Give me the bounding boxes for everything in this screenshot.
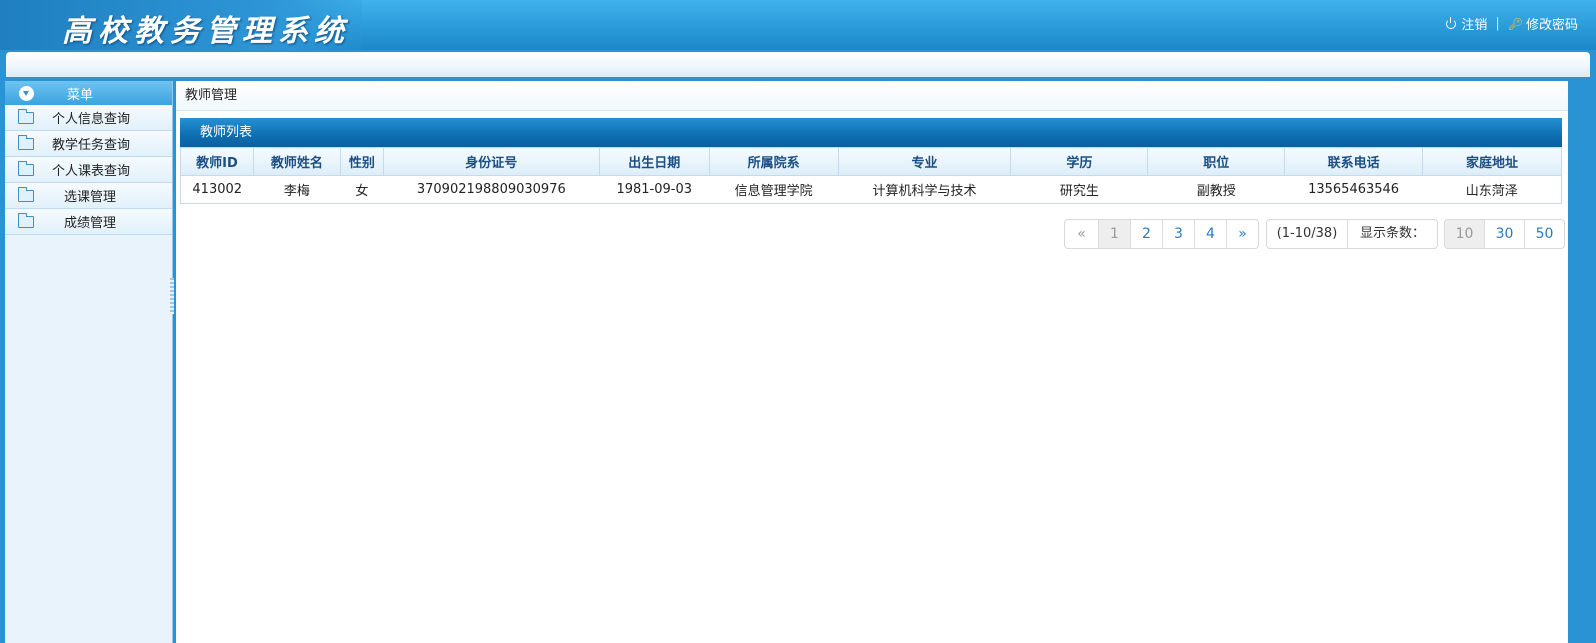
breadcrumb: 教师管理 xyxy=(176,81,1568,111)
sidebar-item-grades[interactable]: 成绩管理 xyxy=(5,209,172,235)
table-cell: 研究生 xyxy=(1010,175,1148,204)
change-password-label: 修改密码 xyxy=(1525,18,1578,33)
column-header[interactable]: 职位 xyxy=(1147,147,1286,176)
change-password-link[interactable]: 🔑︎ 修改密码 xyxy=(1507,14,1578,34)
page-nav: « 1 2 3 4 » xyxy=(1064,219,1259,249)
sidebar-item-label: 成绩管理 xyxy=(64,216,117,231)
menu-header[interactable]: 菜单 xyxy=(5,81,172,105)
folder-icon xyxy=(18,134,34,150)
table-cell: 13565463546 xyxy=(1284,175,1423,204)
table-cell: 计算机科学与技术 xyxy=(838,175,1011,204)
table-cell: 李梅 xyxy=(253,175,341,204)
page-size-label: 显示条数： xyxy=(1347,220,1437,248)
table-row[interactable]: 413002 李梅 女 370902198809030976 1981-09-0… xyxy=(180,175,1562,204)
sidebar: 菜单 个人信息查询 教学任务查询 个人课表查询 选课管理 成绩管理 xyxy=(5,81,173,643)
page-button-4[interactable]: 4 xyxy=(1194,220,1226,248)
page-size-selector: 10 30 50 xyxy=(1444,219,1565,249)
page-button-3[interactable]: 3 xyxy=(1162,220,1194,248)
sidebar-item-label: 教学任务查询 xyxy=(52,138,131,153)
column-header[interactable]: 联系电话 xyxy=(1284,147,1424,176)
folder-icon xyxy=(18,212,34,228)
column-header[interactable]: 教师姓名 xyxy=(252,147,341,176)
next-page-button[interactable]: » xyxy=(1226,220,1258,248)
column-header[interactable]: 所属院系 xyxy=(708,147,839,176)
table-cell: 副教授 xyxy=(1147,175,1285,204)
column-header[interactable]: 学历 xyxy=(1010,147,1149,176)
app-title: 高校教务管理系统 xyxy=(62,14,350,49)
content-panel: 教师管理 教师列表 教师ID 教师姓名 性别 身份证号 出生日期 所属院系 专业… xyxy=(176,81,1568,643)
key-icon: 🔑︎ xyxy=(1507,16,1523,31)
sidebar-item-label: 个人信息查询 xyxy=(52,112,131,127)
table-cell: 女 xyxy=(340,175,384,204)
list-title: 教师列表 xyxy=(180,118,1562,147)
sidebar-item-timetable[interactable]: 个人课表查询 xyxy=(5,157,172,183)
sidebar-item-label: 选课管理 xyxy=(64,190,117,205)
column-header[interactable]: 教师ID xyxy=(180,147,254,176)
sidebar-item-personal-info[interactable]: 个人信息查询 xyxy=(5,105,172,131)
page-button-2[interactable]: 2 xyxy=(1130,220,1162,248)
table-cell: 370902198809030976 xyxy=(383,175,600,204)
page-size-10-button[interactable]: 10 xyxy=(1445,220,1484,248)
sidebar-item-teaching-tasks[interactable]: 教学任务查询 xyxy=(5,131,172,157)
sidebar-item-course-selection[interactable]: 选课管理 xyxy=(5,183,172,209)
column-header[interactable]: 性别 xyxy=(339,147,384,176)
header-separator: | xyxy=(1495,16,1500,31)
logout-label: 注销 xyxy=(1461,18,1488,33)
collapse-icon xyxy=(19,85,34,101)
sidebar-item-label: 个人课表查询 xyxy=(52,164,131,179)
folder-icon xyxy=(18,108,34,124)
prev-page-button[interactable]: « xyxy=(1065,220,1098,248)
column-header[interactable]: 出生日期 xyxy=(598,147,710,176)
page-size-50-button[interactable]: 50 xyxy=(1524,220,1564,248)
menu-title: 菜单 xyxy=(67,87,94,103)
page-button-1[interactable]: 1 xyxy=(1098,220,1130,248)
folder-icon xyxy=(18,186,34,202)
logout-link[interactable]: 注销 xyxy=(1446,14,1487,33)
power-icon xyxy=(1446,16,1457,29)
column-header[interactable]: 身份证号 xyxy=(382,147,600,176)
table-header-row: 教师ID 教师姓名 性别 身份证号 出生日期 所属院系 专业 学历 职位 联系电… xyxy=(180,147,1562,176)
table-cell: 413002 xyxy=(180,175,254,204)
page-size-30-button[interactable]: 30 xyxy=(1484,220,1524,248)
column-header[interactable]: 专业 xyxy=(837,147,1012,176)
teacher-table: 教师ID 教师姓名 性别 身份证号 出生日期 所属院系 专业 学历 职位 联系电… xyxy=(180,147,1562,204)
column-header[interactable]: 家庭地址 xyxy=(1422,147,1562,176)
header-links: 注销 | 🔑︎ 修改密码 xyxy=(1446,14,1578,33)
sidebar-splitter-handle[interactable] xyxy=(170,278,174,314)
table-cell: 1981-09-03 xyxy=(599,175,710,204)
page-info: (1-10/38) 显示条数： xyxy=(1266,219,1438,249)
toolbar-strip xyxy=(6,52,1590,77)
top-header: 高校教务管理系统 注销 | 🔑︎ 修改密码 xyxy=(0,0,1596,52)
folder-icon xyxy=(18,160,34,176)
logo: 高校教务管理系统 xyxy=(0,0,362,50)
table-cell: 山东菏泽 xyxy=(1422,175,1562,204)
page-range: (1-10/38) xyxy=(1276,226,1338,241)
table-cell: 信息管理学院 xyxy=(709,175,839,204)
